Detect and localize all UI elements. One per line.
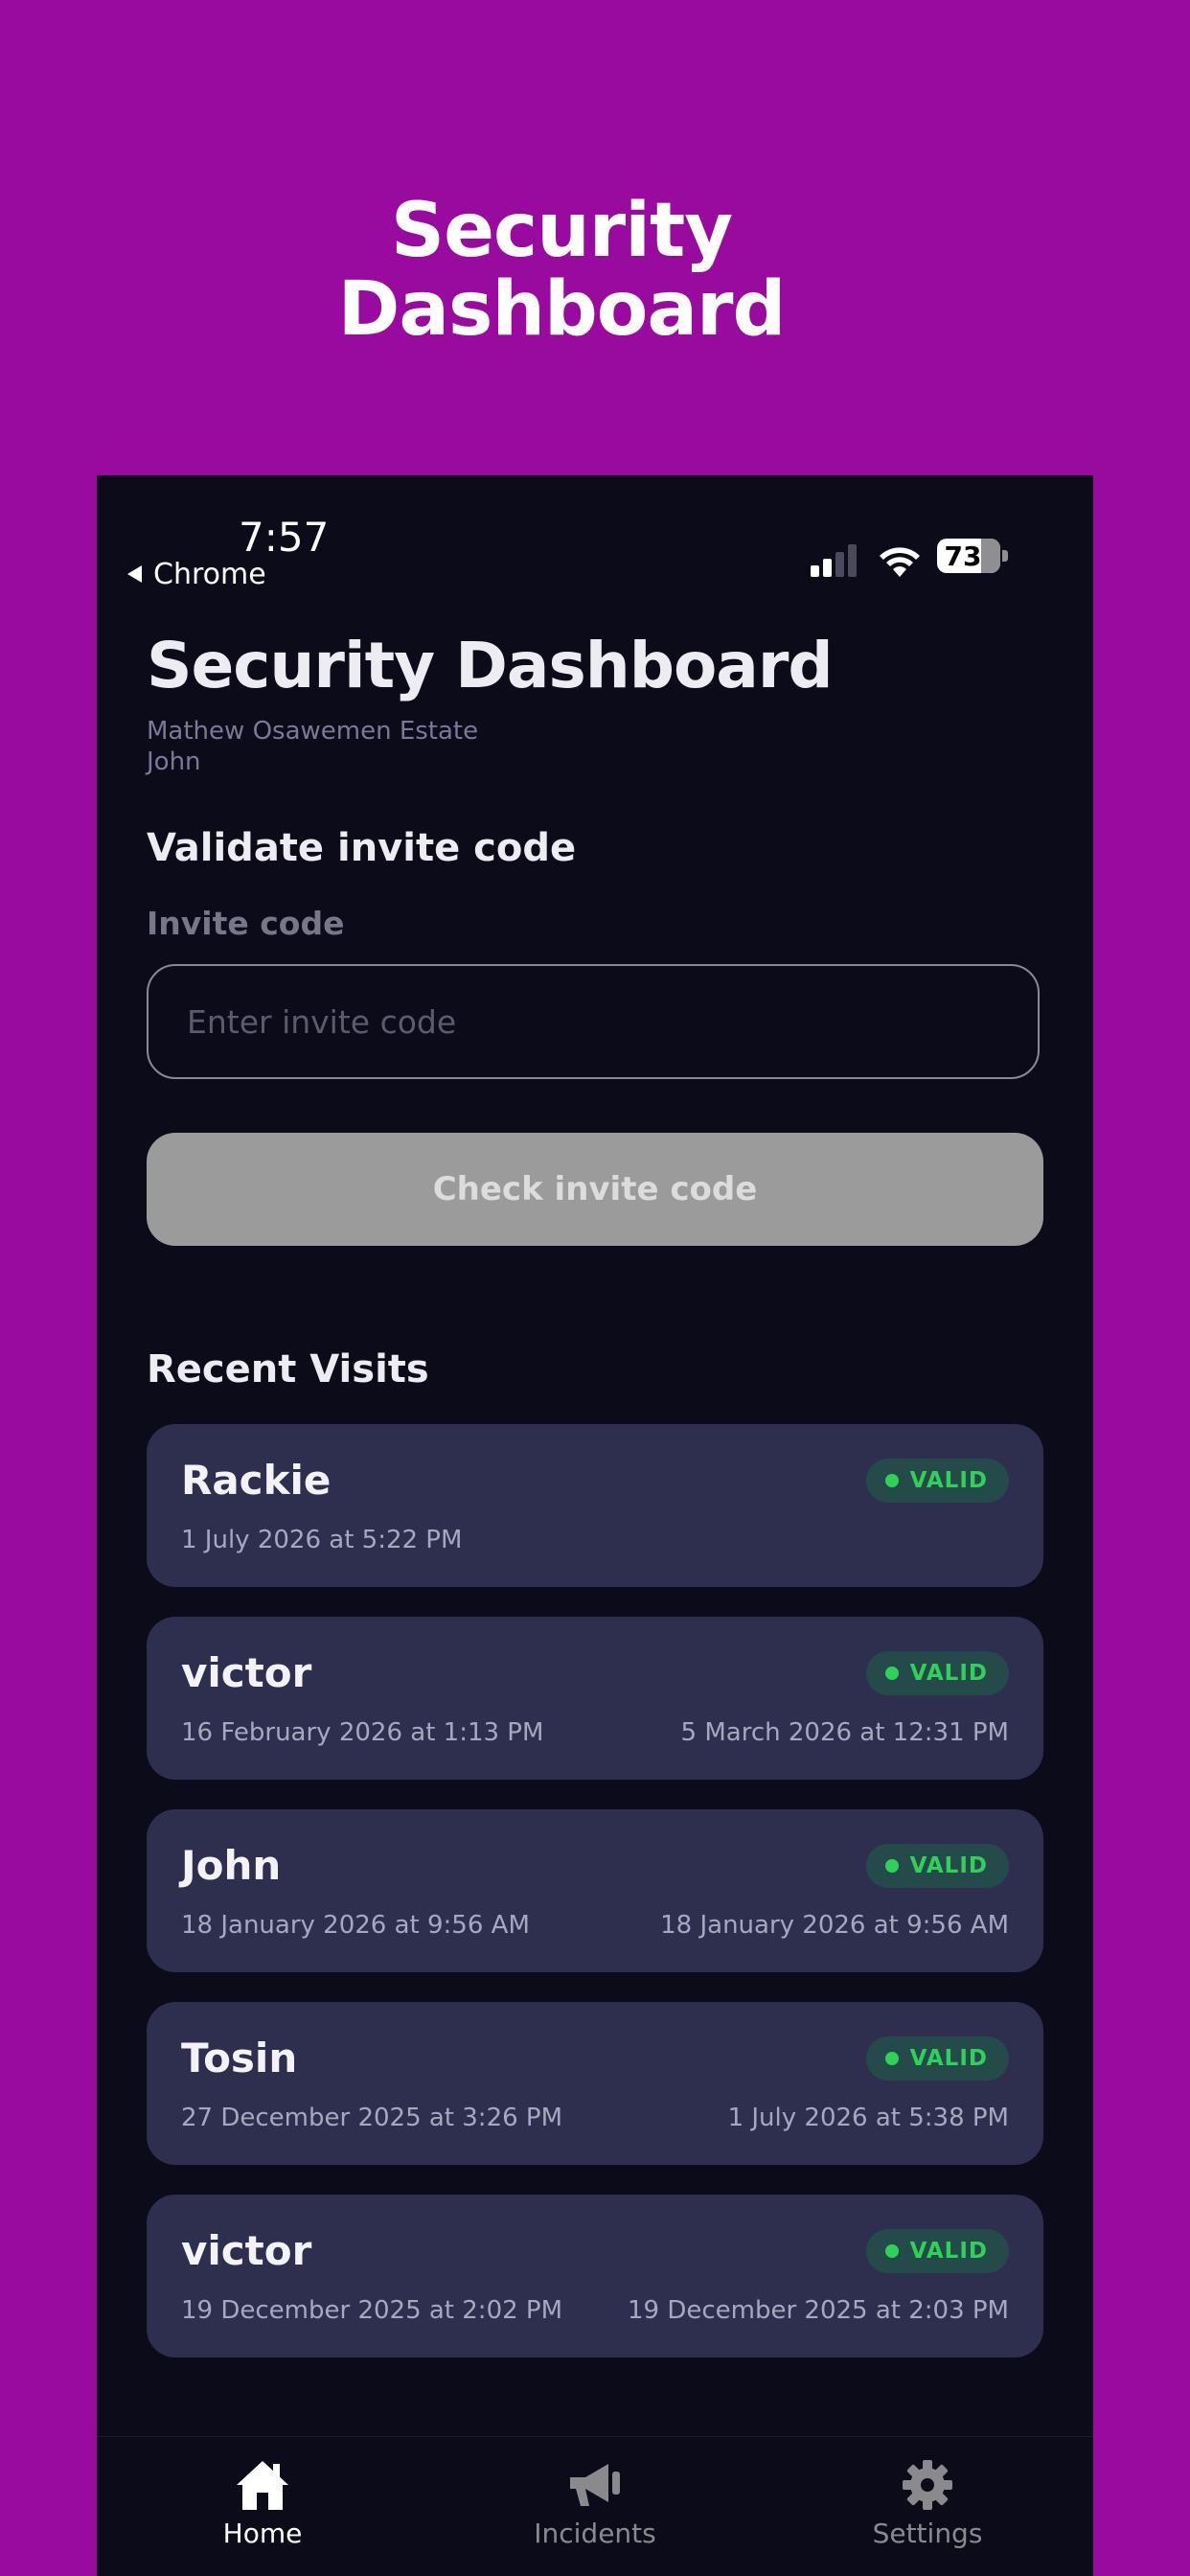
wifi-icon [880, 547, 920, 577]
status-dot-icon [884, 2052, 899, 2065]
visit-end-date: 1 July 2026 at 5:38 PM [727, 2104, 1009, 2132]
visit-card[interactable]: Tosin VALID 27 December 2025 at 3:26 PM … [147, 2002, 1043, 2165]
visitor-name: Rackie [181, 1457, 332, 1504]
visit-start-date: 16 February 2026 at 1:13 PM [181, 1718, 544, 1747]
user-name: John [147, 748, 201, 776]
battery-tip [1002, 550, 1008, 562]
status-badge: VALID [865, 1844, 1009, 1888]
promo-title: Security Dashboard [0, 192, 1123, 349]
megaphone-icon [570, 2464, 620, 2506]
visit-card[interactable]: John VALID 18 January 2026 at 9:56 AM 18… [147, 1809, 1043, 1972]
gear-icon [903, 2460, 952, 2510]
home-icon [237, 2461, 288, 2510]
battery-icon: 73 [937, 539, 1000, 573]
estate-name: Mathew Osawemen Estate [147, 717, 479, 746]
status-badge: VALID [865, 1459, 1009, 1503]
tab-home-label: Home [222, 2518, 303, 2549]
visit-end-date: 19 December 2025 at 2:03 PM [627, 2296, 1009, 2325]
visitor-name: victor [181, 1649, 312, 1696]
recent-visits-heading: Recent Visits [147, 1347, 429, 1392]
back-to-app-link[interactable]: Chrome [127, 558, 266, 591]
visitor-name: John [181, 1842, 282, 1889]
status-badge: VALID [865, 1651, 1009, 1695]
visitor-name: victor [181, 2227, 312, 2274]
tab-settings-label: Settings [872, 2518, 983, 2549]
visit-start-date: 19 December 2025 at 2:02 PM [181, 2296, 563, 2325]
phone-screen: 7:57 Chrome 73 Security Dashboard Mathew… [97, 475, 1093, 2576]
status-time: 7:57 [239, 514, 330, 561]
tab-incidents[interactable]: Incidents [429, 2437, 761, 2576]
invite-code-input[interactable] [147, 964, 1040, 1079]
back-app-label: Chrome [153, 558, 266, 591]
cellular-signal-icon [811, 544, 857, 577]
visit-start-date: 18 January 2026 at 9:56 AM [181, 1911, 530, 1940]
status-dot-icon [884, 1859, 899, 1873]
tab-home[interactable]: Home [97, 2437, 428, 2576]
page-title: Security Dashboard [147, 629, 834, 702]
visit-card[interactable]: Rackie VALID 1 July 2026 at 5:22 PM [147, 1424, 1043, 1587]
status-dot-icon [884, 2244, 899, 2258]
battery-level: 73 [944, 540, 982, 572]
promo-title-line1: Security [390, 188, 733, 274]
visit-card[interactable]: victor VALID 19 December 2025 at 2:02 PM… [147, 2195, 1043, 2358]
tab-settings[interactable]: Settings [762, 2437, 1093, 2576]
validate-heading: Validate invite code [147, 826, 577, 870]
visit-card[interactable]: victor VALID 16 February 2026 at 1:13 PM… [147, 1617, 1043, 1780]
bottom-tab-bar: Home Incidents Settings [97, 2436, 1093, 2576]
visit-start-date: 27 December 2025 at 3:26 PM [181, 2104, 563, 2132]
invite-code-label: Invite code [147, 905, 345, 942]
status-dot-icon [884, 1474, 899, 1487]
visitor-name: Tosin [181, 2035, 298, 2082]
status-badge: VALID [865, 2036, 1009, 2081]
back-triangle-icon [127, 565, 142, 583]
status-badge: VALID [865, 2229, 1009, 2273]
promo-title-line2: Dashboard [337, 266, 787, 353]
visit-start-date: 1 July 2026 at 5:22 PM [181, 1526, 463, 1554]
check-invite-code-button[interactable]: Check invite code [147, 1133, 1043, 1246]
visit-end-date: 5 March 2026 at 12:31 PM [680, 1718, 1009, 1747]
visit-end-date: 18 January 2026 at 9:56 AM [660, 1911, 1009, 1940]
status-dot-icon [884, 1667, 899, 1680]
tab-incidents-label: Incidents [534, 2518, 656, 2549]
